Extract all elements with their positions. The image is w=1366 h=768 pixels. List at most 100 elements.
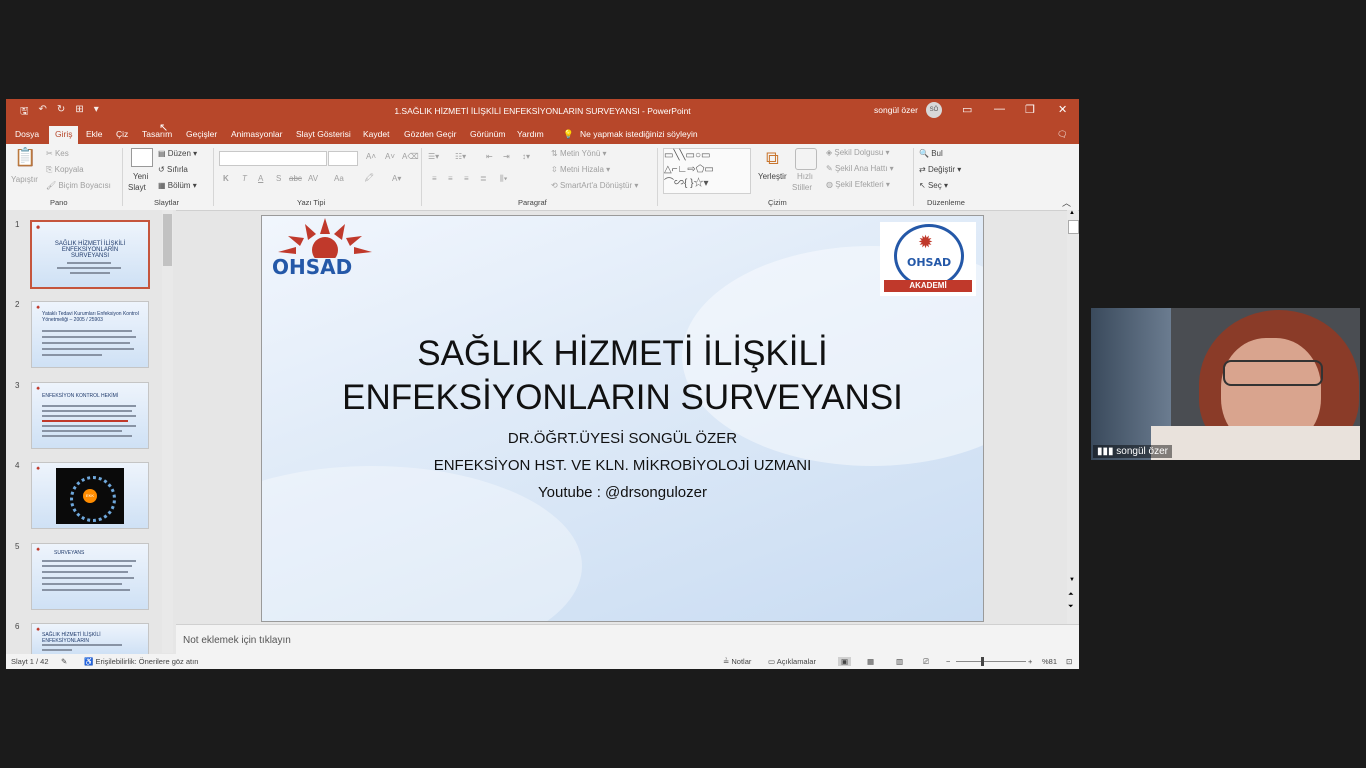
tab-yardim[interactable]: Yardım <box>517 129 544 139</box>
align-text-button[interactable]: ⇳ Metni Hizala ▾ <box>551 165 610 174</box>
underline-button[interactable]: A <box>258 174 263 183</box>
collapse-ribbon-icon[interactable]: ︿ <box>1062 196 1071 209</box>
copy-button[interactable]: ⎘ Kopyala <box>46 165 84 175</box>
increase-indent-icon[interactable]: ⇥ <box>503 152 510 161</box>
thumbnail-slide-1[interactable]: ✹ SAĞLIK HİZMETİ İLİŞKİLİ ENFEKSİYONLARI… <box>30 220 150 289</box>
close-button[interactable]: ✕ <box>1058 103 1067 116</box>
font-size-field[interactable] <box>328 151 358 166</box>
reset-button[interactable]: ↺ Sıfırla <box>158 165 188 174</box>
tab-giris[interactable]: Giriş <box>49 126 79 145</box>
bullets-icon[interactable]: ☰▾ <box>428 152 439 161</box>
user-name[interactable]: songül özer <box>874 105 918 115</box>
find-button[interactable]: 🔍 Bul <box>919 149 943 158</box>
paste-icon[interactable]: 📋 <box>14 147 36 168</box>
thumbnail-slide-5[interactable]: ✹ SURVEYANS <box>31 543 149 610</box>
scroll-thumb[interactable] <box>1068 220 1079 234</box>
scroll-down-icon[interactable]: ▼ <box>1069 577 1075 583</box>
replace-button[interactable]: ⇄ Değiştir ▾ <box>919 165 961 174</box>
participant-video[interactable]: ▮▮▮ songül özer <box>1091 308 1360 460</box>
new-slide-label-2[interactable]: Slayt <box>128 183 146 192</box>
clear-format-icon[interactable]: A⌫ <box>402 152 419 161</box>
notes-placeholder[interactable]: Not eklemek için tıklayın <box>183 635 291 646</box>
smartart-button[interactable]: ⟲ SmartArt'a Dönüştür ▾ <box>551 181 638 190</box>
spellcheck-icon[interactable]: ✎ <box>61 657 67 666</box>
ribbon-display-icon[interactable]: ▭ <box>962 103 972 116</box>
zoom-slider-handle[interactable] <box>981 657 984 666</box>
thumbnail-slide-6[interactable]: ✹ SAĞLIK HİZMETİ İLİŞKİLİ ENFEKSİYONLARI… <box>31 623 149 655</box>
slideshow-icon[interactable]: ⎚ <box>923 657 929 667</box>
align-left-icon[interactable]: ≡ <box>432 174 437 183</box>
grow-font-icon[interactable]: A˄ <box>366 152 376 161</box>
prev-slide-icon[interactable]: ⏶ <box>1068 591 1074 599</box>
thumbnail-slide-4[interactable]: ✹ EKK <box>31 462 149 529</box>
tab-dosya[interactable]: Dosya <box>15 129 39 139</box>
scroll-thumb[interactable] <box>163 214 172 266</box>
tell-me-box[interactable]: Ne yapmak istediğinizi söyleyin <box>580 129 698 139</box>
fit-slide-icon[interactable]: ⊡ <box>1066 657 1072 666</box>
tab-gozden-gecir[interactable]: Gözden Geçir <box>404 129 456 139</box>
minimize-button[interactable]: — <box>994 103 1005 115</box>
next-slide-icon[interactable]: ⏷ <box>1068 603 1074 611</box>
align-right-icon[interactable]: ≡ <box>464 174 469 183</box>
text-direction-button[interactable]: ⇅ Metin Yönü ▾ <box>551 149 607 158</box>
restore-button[interactable]: ❐ <box>1025 103 1035 116</box>
cut-button[interactable]: ✂ Kes <box>46 149 69 158</box>
shapes-gallery[interactable]: ▭╲╲▭○▭ △⌐∟⇨⬠▭ ⌒∽{ }☆▾ <box>663 148 751 194</box>
comments-button[interactable]: ▭ Açıklamalar <box>768 657 816 666</box>
tab-ciz[interactable]: Çiz <box>116 129 128 139</box>
font-name-field[interactable] <box>219 151 327 166</box>
new-slide-icon[interactable] <box>131 148 153 167</box>
shadow-button[interactable]: S <box>276 174 281 183</box>
slide-youtube[interactable]: Youtube : @drsongulozer <box>262 484 983 501</box>
normal-view-icon[interactable]: ▣ <box>838 657 852 666</box>
highlight-icon[interactable]: 🖍 <box>364 173 374 182</box>
tab-slayt-gosterisi[interactable]: Slayt Gösterisi <box>296 129 351 139</box>
tab-ekle[interactable]: Ekle <box>86 129 103 139</box>
select-button[interactable]: ↖ Seç ▾ <box>919 181 948 190</box>
shape-fill-button[interactable]: ◈ Şekil Dolgusu ▾ <box>826 148 890 157</box>
shape-effects-button[interactable]: ◍ Şekil Efektleri ▾ <box>826 180 890 189</box>
numbering-icon[interactable]: ☷▾ <box>455 152 466 161</box>
slide-canvas[interactable]: OHSAD ✹ OHSAD AKADEMİ SAĞLIK HİZMETİ İLİ… <box>261 215 984 622</box>
zoom-slider[interactable] <box>956 661 1026 662</box>
quick-styles-label-2[interactable]: Stiller <box>792 183 812 192</box>
change-case-button[interactable]: Aa <box>334 174 344 183</box>
font-color-button[interactable]: A▾ <box>392 174 401 183</box>
notes-button[interactable]: ≟ Notlar <box>723 657 751 666</box>
italic-button[interactable]: T <box>242 174 247 183</box>
notes-pane[interactable]: Not eklemek için tıklayın <box>176 624 1079 655</box>
arrange-icon[interactable]: ⧉ <box>766 148 779 169</box>
align-center-icon[interactable]: ≡ <box>448 174 453 183</box>
tab-gecisler[interactable]: Geçişler <box>186 129 217 139</box>
strikethrough-button[interactable]: abc <box>289 174 302 183</box>
tab-gorunum[interactable]: Görünüm <box>470 129 505 139</box>
thumbnail-slide-3[interactable]: ✹ ENFEKSİYON KONTROL HEKİMİ <box>31 382 149 449</box>
thumbnail-scrollbar[interactable] <box>162 210 173 653</box>
new-slide-label-1[interactable]: Yeni <box>133 172 148 181</box>
quick-styles-label-1[interactable]: Hızlı <box>797 172 813 181</box>
avatar[interactable]: SÖ <box>926 102 942 118</box>
slide-sorter-icon[interactable]: ▦ <box>867 657 874 666</box>
shape-outline-button[interactable]: ✎ Şekil Ana Hattı ▾ <box>826 164 894 173</box>
section-button[interactable]: ▦ Bölüm ▾ <box>158 181 197 190</box>
zoom-out-icon[interactable]: − <box>946 657 950 666</box>
columns-icon[interactable]: ⫼▾ <box>500 174 508 184</box>
justify-icon[interactable]: ≣ <box>480 174 487 183</box>
line-spacing-icon[interactable]: ↕▾ <box>522 152 530 161</box>
accessibility-button[interactable]: ♿ Erişilebilirlik: Önerilere göz atın <box>84 657 198 666</box>
thumbnail-slide-2[interactable]: ✹ Yataklı Tedavi Kurumları Enfeksiyon Ko… <box>31 301 149 368</box>
arrange-button[interactable]: Yerleştir <box>758 172 787 181</box>
paste-button[interactable]: Yapıştır <box>11 175 38 184</box>
char-spacing-button[interactable]: AV <box>308 174 318 183</box>
slide-role[interactable]: ENFEKSİYON HST. VE KLN. MİKROBİYOLOJİ UZ… <box>262 457 983 474</box>
layout-button[interactable]: ▤ Düzen ▾ <box>158 149 197 158</box>
format-painter-button[interactable]: 🖌 Biçim Boyacısı <box>46 181 111 190</box>
slide-title[interactable]: SAĞLIK HİZMETİ İLİŞKİLİ ENFEKSİYONLARIN … <box>262 332 983 420</box>
slide-scrollbar[interactable]: ▲ ▼ ⏶ ⏷ <box>1067 210 1079 624</box>
zoom-level[interactable]: %81 <box>1042 657 1057 666</box>
quick-styles-icon[interactable] <box>795 148 817 170</box>
decrease-indent-icon[interactable]: ⇤ <box>486 152 493 161</box>
bold-button[interactable]: K <box>223 174 229 183</box>
zoom-in-icon[interactable]: + <box>1028 657 1032 666</box>
shrink-font-icon[interactable]: A˅ <box>385 152 395 161</box>
